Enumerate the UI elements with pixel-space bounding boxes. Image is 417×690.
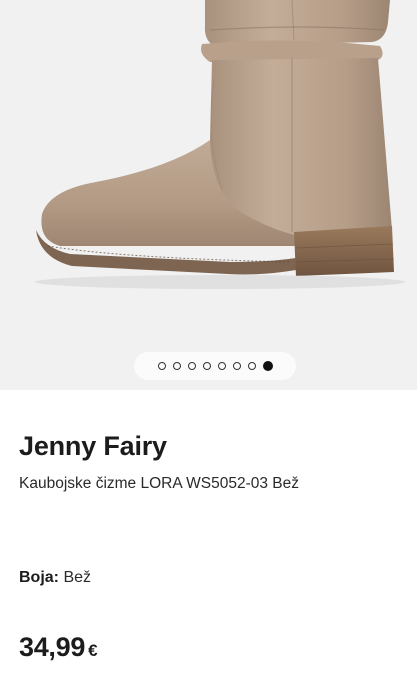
price-amount: 34,99 [19,632,86,662]
gallery-dot-active[interactable] [262,361,273,371]
price: 34,99 € [19,632,98,663]
gallery-dot[interactable] [187,362,196,370]
brand-name[interactable]: Jenny Fairy [19,431,167,462]
product-name: Kaubojske čizme LORA WS5052-03 Bež [19,475,299,492]
product-image-gallery[interactable] [0,0,417,390]
gallery-dot[interactable] [157,362,166,370]
gallery-dot[interactable] [232,362,241,370]
gallery-dot[interactable] [202,362,211,370]
boot-product-image [35,0,405,289]
color-value: Bež [63,569,92,586]
gallery-pagination [134,352,296,380]
color-label: Boja: [19,569,59,586]
gallery-dot[interactable] [172,362,181,370]
product-detail-page: Jenny Fairy Kaubojske čizme LORA WS5052-… [0,0,417,690]
price-currency: € [88,641,98,660]
gallery-dot[interactable] [247,362,256,370]
gallery-dot[interactable] [217,362,226,370]
color-row: Boja: Bež [19,569,91,587]
